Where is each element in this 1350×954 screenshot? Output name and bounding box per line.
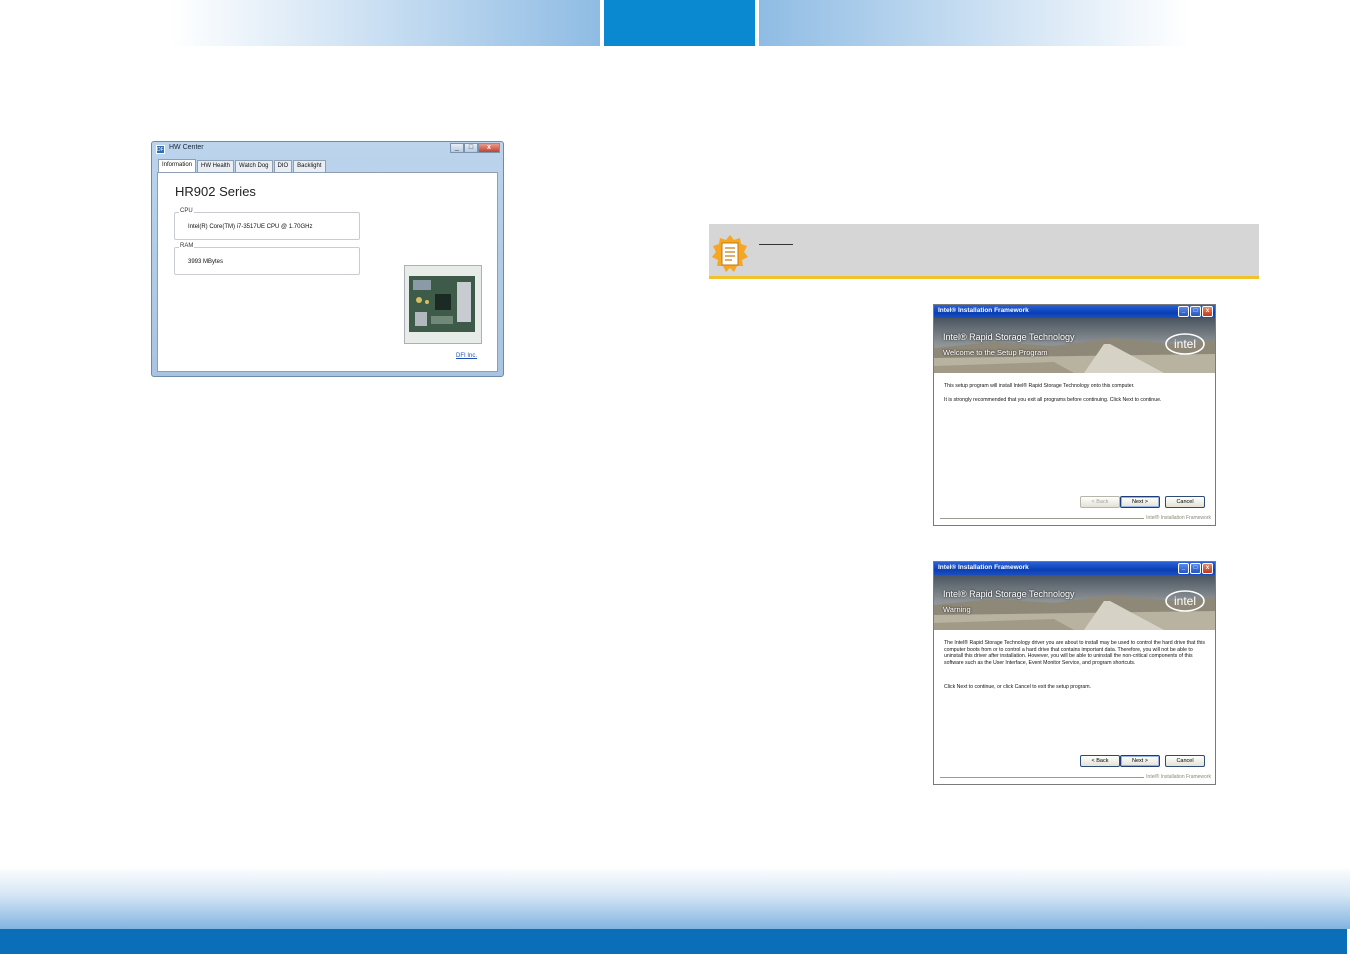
back-button[interactable]: < Back bbox=[1080, 755, 1120, 767]
header-bar-right bbox=[759, 0, 1189, 46]
ram-label: RAM bbox=[179, 243, 195, 249]
hw-center-window-controls: _ □ x bbox=[450, 143, 500, 153]
tab-backlight[interactable]: Backlight bbox=[293, 160, 326, 172]
tab-hw-health[interactable]: HW Health bbox=[197, 160, 235, 172]
ram-group: RAM 3993 MBytes bbox=[174, 243, 360, 275]
cancel-button[interactable]: Cancel bbox=[1165, 496, 1205, 508]
hw-center-titlebar[interactable]: DFI HW Center _ □ x bbox=[152, 142, 503, 157]
maximize-icon[interactable]: □ bbox=[1190, 563, 1201, 574]
close-icon[interactable]: x bbox=[478, 143, 500, 153]
intel-welcome-window-controls: _ □ x bbox=[1177, 306, 1213, 317]
intel-logo-text: intel bbox=[1174, 594, 1196, 608]
intel-welcome-window: Intel® Installation Framework _ □ x Inte… bbox=[933, 304, 1216, 526]
intel-logo: intel bbox=[1164, 589, 1206, 613]
intel-welcome-content: This setup program will install Intel® R… bbox=[934, 373, 1215, 525]
note-box bbox=[709, 224, 1259, 276]
intel-warning-window: Intel® Installation Framework _ □ x Inte… bbox=[933, 561, 1216, 785]
cpu-label: CPU bbox=[179, 208, 194, 214]
note-label-underline bbox=[759, 244, 793, 245]
hw-center-title: HW Center bbox=[169, 144, 204, 151]
intel-welcome-banner: Intel® Rapid Storage Technology Welcome … bbox=[934, 318, 1215, 373]
next-button[interactable]: Next > bbox=[1120, 755, 1160, 767]
close-icon[interactable]: x bbox=[1202, 306, 1213, 317]
footer-bar bbox=[0, 929, 1350, 954]
maximize-icon[interactable]: □ bbox=[464, 143, 478, 153]
intel-warning-window-title: Intel® Installation Framework bbox=[938, 564, 1029, 571]
minimize-icon[interactable]: _ bbox=[1178, 563, 1189, 574]
tab-dio[interactable]: DIO bbox=[273, 160, 293, 172]
setup-step-title: Welcome to the Setup Program bbox=[943, 348, 1048, 357]
warning-paragraph-1: The Intel® Rapid Storage Technology driv… bbox=[944, 640, 1205, 666]
header-chapter-block bbox=[604, 0, 755, 46]
next-button[interactable]: Next > bbox=[1120, 496, 1160, 508]
cpu-value: Intel(R) Core(TM) i7-3517UE CPU @ 1.70GH… bbox=[188, 224, 313, 230]
intel-warning-titlebar[interactable]: Intel® Installation Framework _ □ x bbox=[934, 562, 1215, 575]
intel-logo-text: intel bbox=[1174, 337, 1196, 351]
hw-center-information-panel: HR902 Series CPU Intel(R) Core(TM) i7-35… bbox=[157, 172, 498, 372]
product-name: Intel® Rapid Storage Technology bbox=[943, 332, 1075, 342]
header-bar-left bbox=[170, 0, 600, 46]
maximize-icon[interactable]: □ bbox=[1190, 306, 1201, 317]
footer-label: Intel® Installation Framework bbox=[1144, 515, 1211, 521]
tab-watch-dog[interactable]: Watch Dog bbox=[235, 160, 273, 172]
series-title: HR902 Series bbox=[175, 184, 256, 199]
hw-center-tabs: Information HW Health Watch Dog DIO Back… bbox=[158, 159, 327, 172]
back-button[interactable]: < Back bbox=[1080, 496, 1120, 508]
intel-logo: intel bbox=[1164, 332, 1206, 356]
intel-welcome-window-title: Intel® Installation Framework bbox=[938, 307, 1029, 314]
welcome-paragraph-2: It is strongly recommended that you exit… bbox=[944, 397, 1162, 403]
intel-warning-window-controls: _ □ x bbox=[1177, 563, 1213, 574]
intel-welcome-titlebar[interactable]: Intel® Installation Framework _ □ x bbox=[934, 305, 1215, 318]
manual-page: DFI HW Center _ □ x Information HW Healt… bbox=[0, 0, 1350, 954]
setup-step-title: Warning bbox=[943, 605, 971, 614]
intel-warning-content: The Intel® Rapid Storage Technology driv… bbox=[934, 630, 1215, 784]
hw-center-window: DFI HW Center _ □ x Information HW Healt… bbox=[151, 141, 504, 377]
welcome-paragraph-1: This setup program will install Intel® R… bbox=[944, 383, 1135, 389]
note-memo-icon bbox=[711, 234, 749, 274]
motherboard-photo bbox=[404, 265, 482, 344]
warning-paragraph-2: Click Next to continue, or click Cancel … bbox=[944, 684, 1092, 690]
cpu-group: CPU Intel(R) Core(TM) i7-3517UE CPU @ 1.… bbox=[174, 208, 360, 240]
note-accent-rule bbox=[709, 276, 1259, 279]
product-name: Intel® Rapid Storage Technology bbox=[943, 589, 1075, 599]
ram-value: 3993 MBytes bbox=[188, 259, 224, 265]
intel-warning-banner: Intel® Rapid Storage Technology Warning … bbox=[934, 575, 1215, 630]
minimize-icon[interactable]: _ bbox=[1178, 306, 1189, 317]
tab-information[interactable]: Information bbox=[158, 159, 197, 172]
footer-gradient bbox=[0, 866, 1350, 930]
close-icon[interactable]: x bbox=[1202, 563, 1213, 574]
dfi-link[interactable]: DFI Inc. bbox=[456, 353, 477, 359]
dfi-app-icon: DFI bbox=[156, 145, 166, 154]
footer-label: Intel® Installation Framework bbox=[1144, 774, 1211, 780]
minimize-icon[interactable]: _ bbox=[450, 143, 464, 153]
cancel-button[interactable]: Cancel bbox=[1165, 755, 1205, 767]
